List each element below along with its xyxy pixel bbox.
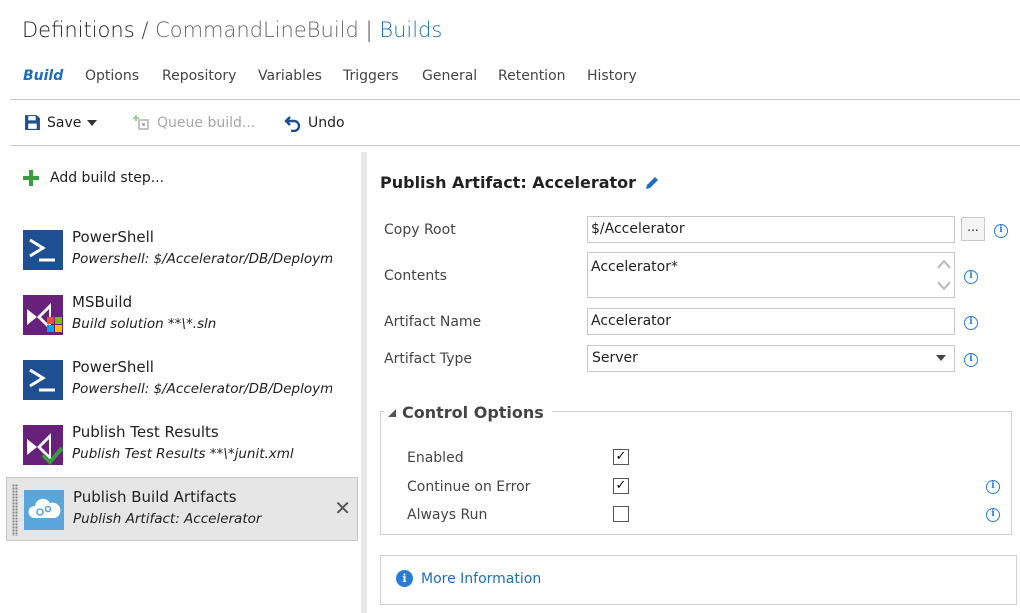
tab-retention[interactable]: Retention (498, 68, 566, 84)
close-icon[interactable]: ✕ (334, 498, 351, 518)
tab-build[interactable]: Build (23, 68, 63, 84)
step-title: MSBuild (72, 293, 133, 311)
tab-bar: Build Options Repository Variables Trigg… (0, 68, 1020, 100)
step-title: Publish Build Artifacts (73, 488, 237, 506)
info-icon[interactable]: i (994, 224, 1008, 238)
tab-options[interactable]: Options (85, 68, 139, 84)
step-title: PowerShell (72, 358, 154, 376)
tab-variables[interactable]: Variables (258, 68, 322, 84)
artifact-name-label: Artifact Name (384, 314, 482, 330)
step-subtitle: Publish Artifact: Accelerator (73, 511, 262, 527)
save-label: Save (47, 114, 82, 131)
more-information-link[interactable]: i More Information (396, 570, 541, 587)
undo-label: Undo (308, 115, 345, 131)
artifact-name-field[interactable]: Accelerator (587, 308, 955, 335)
step-subtitle: Build solution **\*.sln (72, 316, 217, 332)
info-filled-icon: i (396, 570, 413, 587)
breadcrumb-definition: CommandLineBuild (155, 18, 359, 42)
always-run-checkbox[interactable] (613, 506, 629, 522)
add-build-step-label: Add build step... (50, 170, 165, 186)
copy-root-field[interactable]: $/Accelerator (587, 216, 955, 243)
toolbar-divider (10, 145, 1020, 146)
artifacts-cloud-icon (24, 490, 64, 530)
tab-general[interactable]: General (422, 68, 477, 84)
step-subtitle: Powershell: $/Accelerator/DB/Deployme (72, 251, 332, 267)
build-step-item[interactable]: MSBuild Build solution **\*.sln (6, 283, 358, 347)
breadcrumb-pipe: | (365, 18, 373, 42)
step-subtitle: Powershell: $/Accelerator/DB/Deployme (72, 381, 332, 397)
copy-root-label: Copy Root (384, 222, 456, 238)
enabled-checkbox[interactable]: ✓ (613, 449, 629, 465)
artifact-type-value: Server (592, 350, 638, 366)
queue-build-icon (133, 115, 149, 130)
control-options-title: Control Options (402, 403, 544, 422)
artifact-type-select[interactable]: Server (587, 345, 955, 372)
step-details-pane: Publish Artifact: Accelerator Copy Root … (367, 152, 1020, 613)
queue-build-label: Queue build... (157, 115, 256, 131)
undo-icon (284, 116, 301, 132)
breadcrumb-separator: / (141, 18, 149, 42)
msbuild-icon (23, 295, 63, 335)
pencil-icon[interactable] (644, 175, 660, 191)
build-step-item[interactable]: PowerShell Powershell: $/Accelerator/DB/… (6, 348, 358, 412)
build-steps-pane: Add build step... PowerShell Powershell:… (0, 152, 362, 613)
add-build-step-button[interactable]: Add build step... (22, 169, 164, 187)
info-icon[interactable]: i (964, 353, 978, 367)
build-step-item[interactable]: Publish Test Results Publish Test Result… (6, 413, 358, 477)
tab-repository[interactable]: Repository (162, 68, 236, 84)
caret-down-icon[interactable] (87, 119, 98, 126)
continue-on-error-label: Continue on Error (407, 479, 531, 495)
step-title: PowerShell (72, 228, 154, 246)
contents-value: Accelerator* (591, 259, 678, 275)
scroll-arrows-icon[interactable] (936, 256, 952, 294)
info-icon[interactable]: i (986, 480, 1000, 494)
breadcrumb-section[interactable]: Builds (379, 18, 442, 42)
plus-icon (23, 170, 39, 186)
tab-history[interactable]: History (587, 68, 637, 84)
step-subtitle: Publish Test Results **\*junit.xml (72, 446, 294, 462)
tabs-divider (10, 99, 1020, 100)
toolbar: Save Queue build... Undo (0, 108, 1020, 144)
breadcrumb-root[interactable]: Definitions (22, 18, 135, 42)
more-information-label: More Information (421, 570, 542, 587)
more-information-section: i More Information (380, 555, 1017, 605)
undo-button[interactable]: Undo (284, 114, 345, 132)
collapse-triangle-icon (388, 408, 396, 417)
build-step-item[interactable]: PowerShell Powershell: $/Accelerator/DB/… (6, 218, 358, 282)
powershell-icon (23, 360, 63, 400)
artifact-type-label: Artifact Type (384, 351, 473, 367)
queue-build-button[interactable]: Queue build... (133, 114, 255, 132)
drag-handle[interactable] (12, 484, 18, 536)
contents-label: Contents (384, 268, 447, 284)
step-title: Publish Test Results (72, 423, 219, 441)
info-icon[interactable]: i (964, 316, 978, 330)
powershell-icon (23, 230, 63, 270)
always-run-label: Always Run (407, 507, 488, 523)
panel-title: Publish Artifact: Accelerator (380, 173, 660, 192)
test-results-icon (23, 425, 63, 465)
save-button[interactable]: Save (24, 114, 98, 131)
control-options-header[interactable]: Control Options (384, 403, 552, 422)
browse-button[interactable]: ... (961, 217, 985, 241)
panel-title-text: Publish Artifact: Accelerator (380, 173, 637, 192)
continue-on-error-checkbox[interactable]: ✓ (613, 478, 629, 494)
dropdown-arrow-icon (936, 355, 946, 361)
contents-field[interactable]: Accelerator* (587, 252, 955, 298)
build-step-item-selected[interactable]: Publish Build Artifacts Publish Artifact… (6, 477, 358, 541)
tab-triggers[interactable]: Triggers (343, 68, 399, 84)
floppy-disk-icon (25, 115, 40, 130)
enabled-label: Enabled (407, 450, 464, 466)
breadcrumb: Definitions / CommandLineBuild | Builds (22, 18, 442, 42)
info-icon[interactable]: i (964, 270, 978, 284)
info-icon[interactable]: i (986, 508, 1000, 522)
